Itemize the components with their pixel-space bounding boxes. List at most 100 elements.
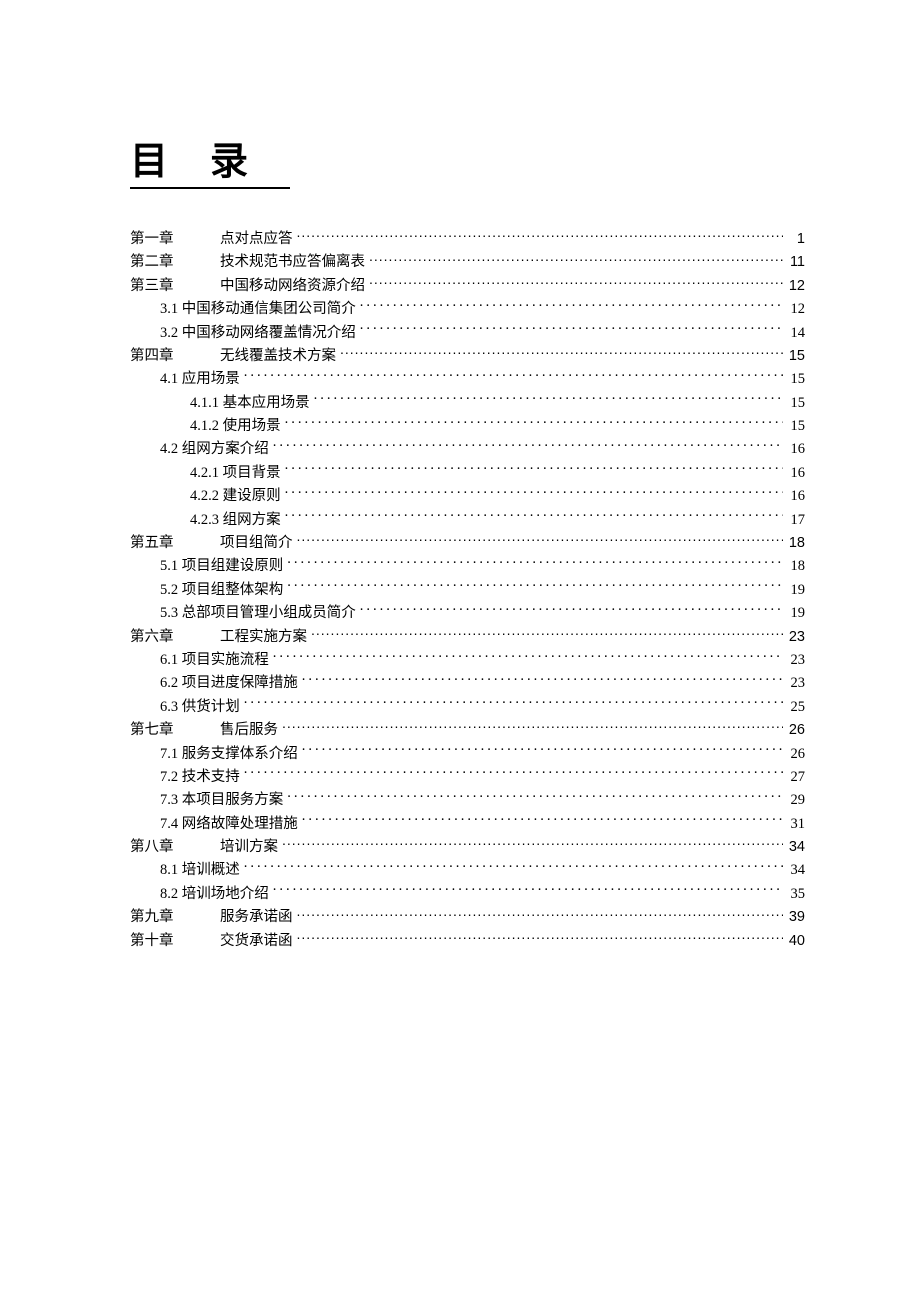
toc-chapter-number: 第一章 [130, 229, 220, 250]
toc-page-number: 19 [785, 580, 805, 601]
toc-entry-label: 中国移动网络资源介绍 [220, 278, 365, 294]
toc-leader-dots [282, 835, 783, 851]
toc-page-number: 11 [785, 252, 805, 273]
toc-entry: 6.3 供货计划 25 [130, 695, 805, 718]
toc-page-number: 29 [785, 790, 805, 811]
toc-leader-dots [282, 718, 783, 734]
toc-entry: 4.1.1 基本应用场景15 [130, 391, 805, 414]
toc-entry: 7.2 技术支持27 [130, 765, 805, 788]
toc-page-number: 25 [785, 697, 805, 718]
toc-entry: 第四章无线覆盖技术方案15 [130, 344, 805, 367]
toc-entry-label: 工程实施方案 [220, 629, 307, 645]
toc-entry: 6.2 项目进度保障措施23 [130, 671, 805, 694]
toc-entry: 第七章售后服务26 [130, 718, 805, 741]
toc-chapter-number: 第三章 [130, 276, 220, 297]
toc-entry-label: 点对点应答 [220, 231, 293, 247]
toc-entry: 3.2 中国移动网络覆盖情况介绍 14 [130, 321, 805, 344]
toc-leader-dots [285, 414, 783, 430]
toc-page-number: 18 [785, 556, 805, 577]
toc-leader-dots [287, 788, 783, 804]
toc-entry-label: 5.1 项目组建设原则 [160, 558, 283, 574]
toc-entry-label: 培训方案 [220, 839, 278, 855]
toc-entry-label: 4.2.3 组网方案 [190, 512, 281, 528]
toc-page-number: 26 [785, 744, 805, 765]
toc-entry-label: 4.1.2 使用场景 [190, 418, 281, 434]
toc-entry-label: 无线覆盖技术方案 [220, 348, 336, 364]
toc-leader-dots [302, 671, 783, 687]
toc-leader-dots [287, 578, 783, 594]
toc-page-number: 16 [785, 486, 805, 507]
toc-leader-dots [297, 929, 784, 945]
toc-chapter-number: 第四章 [130, 346, 220, 367]
toc-leader-dots [273, 882, 783, 898]
toc-title: 目录 [130, 130, 290, 189]
toc-page-number: 15 [785, 369, 805, 390]
toc-chapter-number: 第五章 [130, 533, 220, 554]
toc-entry-label: 3.1 中国移动通信集团公司简介 [160, 301, 356, 317]
toc-entry: 7.4 网络故障处理措施 31 [130, 812, 805, 835]
toc-entry-label: 4.2 组网方案介绍 [160, 441, 269, 457]
toc-leader-dots [314, 391, 783, 407]
toc-page-number: 31 [785, 814, 805, 835]
toc-page-number: 23 [785, 650, 805, 671]
toc-entry-label: 6.3 供货计划 [160, 699, 240, 715]
toc-leader-dots [369, 274, 783, 290]
toc-entry-label: 6.2 项目进度保障措施 [160, 675, 298, 691]
toc-page-number: 14 [785, 323, 805, 344]
toc-entry: 6.1 项目实施流程 23 [130, 648, 805, 671]
toc-entry-label: 4.1.1 基本应用场景 [190, 395, 310, 411]
toc-entry: 5.3 总部项目管理小组成员简介 19 [130, 601, 805, 624]
toc-entry-label: 7.2 技术支持 [160, 769, 240, 785]
toc-page-number: 16 [785, 439, 805, 460]
toc-leader-dots [360, 321, 783, 337]
toc-leader-dots [369, 250, 783, 266]
toc-page-number: 1 [785, 229, 805, 250]
toc-page-number: 26 [785, 720, 805, 741]
toc-entry-label: 7.4 网络故障处理措施 [160, 816, 298, 832]
toc-leader-dots [340, 344, 783, 360]
toc-page-number: 34 [785, 837, 805, 858]
toc-entry-label: 3.2 中国移动网络覆盖情况介绍 [160, 325, 356, 341]
toc-entry: 4.2 组网方案介绍 16 [130, 438, 805, 461]
toc-container: 第一章点对点应答1第二章技术规范书应答偏离表11第三章中国移动网络资源介绍123… [130, 227, 805, 952]
toc-page-number: 17 [785, 510, 805, 531]
toc-entry-label: 交货承诺函 [220, 933, 293, 949]
toc-page-number: 12 [785, 299, 805, 320]
toc-page-number: 23 [785, 627, 805, 648]
toc-leader-dots [285, 461, 783, 477]
toc-chapter-number: 第九章 [130, 907, 220, 928]
toc-entry-label: 项目组简介 [220, 535, 293, 551]
toc-entry: 8.1 培训概述 34 [130, 859, 805, 882]
toc-entry-label: 7.3 本项目服务方案 [160, 792, 283, 808]
toc-leader-dots [285, 508, 783, 524]
toc-leader-dots [302, 742, 783, 758]
toc-entry: 8.2 培训场地介绍35 [130, 882, 805, 905]
toc-leader-dots [297, 227, 784, 243]
toc-entry-label: 8.1 培训概述 [160, 862, 240, 878]
toc-entry-label: 5.3 总部项目管理小组成员简介 [160, 605, 356, 621]
toc-leader-dots [244, 367, 783, 383]
toc-page-number: 34 [785, 860, 805, 881]
toc-entry: 第二章技术规范书应答偏离表11 [130, 250, 805, 273]
toc-entry: 5.2 项目组整体架构19 [130, 578, 805, 601]
toc-leader-dots [244, 695, 783, 711]
toc-entry: 第五章项目组简介18 [130, 531, 805, 554]
toc-leader-dots [297, 905, 784, 921]
toc-entry-label: 技术规范书应答偏离表 [220, 254, 365, 270]
toc-entry: 第一章点对点应答 1 [130, 227, 805, 250]
toc-entry: 4.2.1 项目背景 16 [130, 461, 805, 484]
toc-entry: 7.3 本项目服务方案 29 [130, 788, 805, 811]
toc-entry-label: 4.2.1 项目背景 [190, 465, 281, 481]
toc-entry: 4.2.2 建设原则16 [130, 484, 805, 507]
toc-entry: 第九章服务承诺函39 [130, 905, 805, 928]
toc-chapter-number: 第八章 [130, 837, 220, 858]
toc-entry-label: 6.1 项目实施流程 [160, 652, 269, 668]
toc-leader-dots [302, 812, 783, 828]
toc-page-number: 16 [785, 463, 805, 484]
toc-page-number: 19 [785, 603, 805, 624]
toc-entry: 第六章工程实施方案23 [130, 625, 805, 648]
toc-leader-dots [297, 531, 784, 547]
toc-entry: 3.1 中国移动通信集团公司简介 12 [130, 297, 805, 320]
toc-page-number: 12 [785, 276, 805, 297]
toc-entry: 第十章交货承诺函40 [130, 929, 805, 952]
